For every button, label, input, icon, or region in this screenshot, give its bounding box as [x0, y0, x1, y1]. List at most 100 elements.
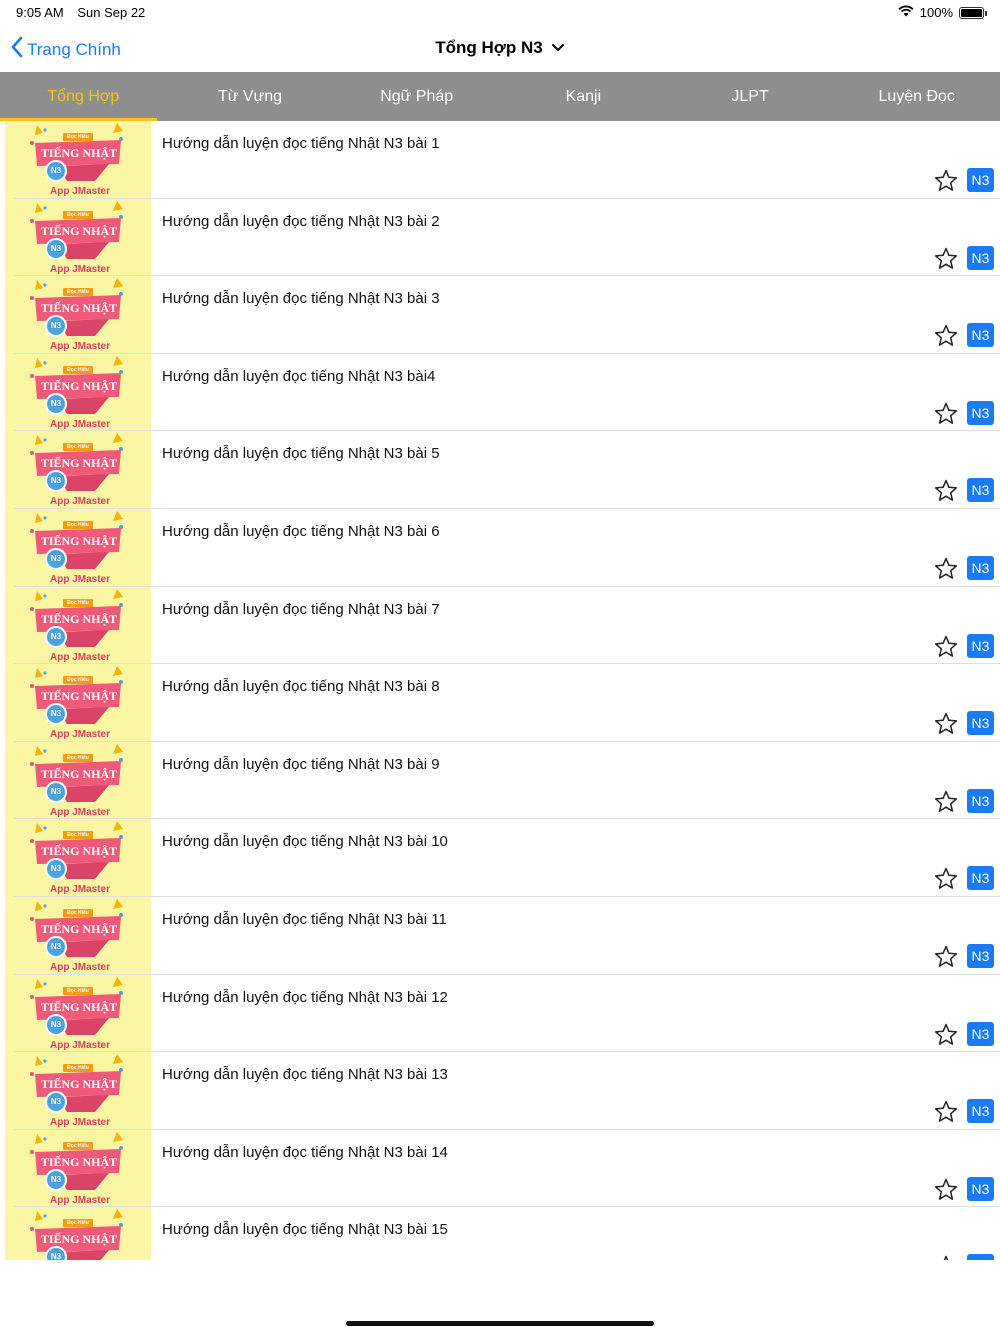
- level-badge: N3: [967, 555, 994, 580]
- list-item[interactable]: Đọc HiểuTIẾNG NHẬTN3App JMasterHướng dẫn…: [0, 353, 1000, 432]
- star-icon[interactable]: [934, 635, 958, 663]
- status-date: Sun Sep 22: [77, 5, 146, 20]
- list-item[interactable]: Đọc HiểuTIẾNG NHẬTN3App JMasterHướng dẫn…: [0, 974, 1000, 1053]
- level-badge: N3: [967, 943, 994, 968]
- star-icon[interactable]: [934, 479, 958, 507]
- thumbnail-caption-main: TIẾNG NHẬT: [40, 999, 118, 1014]
- lesson-title: Hướng dẫn luyện đọc tiếng Nhật N3 bài 10: [162, 833, 448, 851]
- tab-0[interactable]: Tổng Hợp: [0, 72, 167, 121]
- thumbnail-brand: App JMaster: [49, 884, 110, 896]
- list-item[interactable]: Đọc HiểuTIẾNG NHẬTN3App JMasterHướng dẫn…: [0, 741, 1000, 820]
- star-icon[interactable]: [934, 1255, 958, 1260]
- list-item[interactable]: Đọc HiểuTIẾNG NHẬTN3App JMasterHướng dẫn…: [0, 276, 1000, 354]
- thumbnail-level: N3: [50, 786, 62, 796]
- list-item[interactable]: Đọc HiểuTIẾNG NHẬTN3App JMasterHướng dẫn…: [0, 1129, 1000, 1208]
- star-icon[interactable]: [934, 712, 958, 740]
- thumbnail-caption-main: TIẾNG NHẬT: [40, 223, 118, 238]
- level-badge: N3: [967, 323, 994, 348]
- lesson-title: Hướng dẫn luyện đọc tiếng Nhật N3 bài 13: [162, 1066, 448, 1084]
- lesson-title: Hướng dẫn luyện đọc tiếng Nhật N3 bài 8: [162, 678, 440, 696]
- lesson-title: Hướng dẫn luyện đọc tiếng Nhật N3 bài 2: [162, 212, 440, 230]
- thumbnail-level: N3: [50, 476, 62, 486]
- tab-4[interactable]: JLPT: [667, 72, 834, 121]
- thumbnail-level: N3: [50, 631, 62, 641]
- list-item[interactable]: Đọc HiểuTIẾNG NHẬTN3App JMasterHướng dẫn…: [0, 431, 1000, 509]
- home-indicator[interactable]: [346, 1321, 654, 1326]
- thumbnail-caption-top: Đọc Hiểu: [67, 444, 89, 451]
- star-icon[interactable]: [934, 324, 958, 352]
- thumbnail-level: N3: [50, 709, 62, 719]
- thumbnail-level: N3: [50, 1097, 62, 1107]
- thumbnail-caption-top: Đọc Hiểu: [67, 909, 89, 916]
- lesson-thumbnail: Đọc HiểuTIẾNG NHẬTN3App JMaster: [5, 198, 151, 277]
- tab-2[interactable]: Ngữ Pháp: [333, 72, 500, 121]
- thumbnail-brand: App JMaster: [49, 263, 110, 275]
- thumbnail-caption-top: Đọc Hiểu: [67, 134, 89, 140]
- thumbnail-caption-top: Đọc Hiểu: [67, 1220, 89, 1227]
- thumbnail-caption-main: TIẾNG NHẬT: [40, 378, 118, 393]
- wifi-icon: [898, 5, 914, 20]
- star-icon[interactable]: [934, 1178, 958, 1206]
- lesson-title: Hướng dẫn luyện đọc tiếng Nhật N3 bài 14: [162, 1143, 448, 1161]
- navigation-bar: Trang Chính Tổng Hợp N3: [0, 24, 1000, 72]
- star-icon[interactable]: [934, 557, 958, 585]
- thumbnail-level: N3: [50, 1252, 62, 1260]
- lesson-thumbnail: Đọc HiểuTIẾNG NHẬTN3App JMaster: [5, 353, 151, 432]
- star-icon[interactable]: [934, 402, 958, 430]
- lesson-thumbnail: Đọc HiểuTIẾNG NHẬTN3App JMaster: [5, 896, 151, 975]
- level-badge: N3: [967, 478, 994, 503]
- thumbnail-caption-top: Đọc Hiểu: [67, 677, 89, 684]
- list-item[interactable]: Đọc HiểuTIẾNG NHẬTN3App JMasterHướng dẫn…: [0, 121, 1000, 199]
- star-icon[interactable]: [934, 790, 958, 818]
- star-icon[interactable]: [934, 169, 958, 197]
- list-item[interactable]: Đọc HiểuTIẾNG NHẬTN3App JMasterHướng dẫn…: [0, 1207, 1000, 1260]
- thumbnail-brand: App JMaster: [49, 418, 110, 430]
- list-item[interactable]: Đọc HiểuTIẾNG NHẬTN3App JMaster Hướng dẫn…: [0, 896, 1000, 975]
- thumbnail-brand: App JMaster: [49, 496, 110, 508]
- battery-icon: [959, 6, 987, 19]
- lesson-thumbnail: Đọc HiểuTIẾNG NHẬTN3App JMaster: [5, 1207, 151, 1260]
- star-icon[interactable]: [934, 1100, 958, 1128]
- nav-title-container: Tổng Hợp N3: [0, 38, 1000, 58]
- thumbnail-caption-top: Đọc Hiểu: [67, 521, 89, 528]
- thumbnail-brand: App JMaster: [49, 1117, 110, 1129]
- thumbnail-brand: App JMaster: [49, 806, 110, 818]
- level-badge: N3: [967, 866, 994, 891]
- star-icon[interactable]: [934, 867, 958, 895]
- lesson-thumbnail: Đọc HiểuTIẾNG NHẬTN3App JMaster: [5, 508, 151, 587]
- list-item[interactable]: Đọc HiểuTIẾNG NHẬTN3App JMaster Hướng dẫn…: [0, 664, 1000, 742]
- tab-1[interactable]: Từ Vựng: [167, 72, 334, 121]
- lesson-list[interactable]: Đọc Hiểu TIẾNG NHẬT N3 App JMaster Hướng dẫn…: [0, 121, 1000, 1260]
- list-item[interactable]: Đọc HiểuTIẾNG NHẬTN3App JMasterHướng dẫn…: [0, 508, 1000, 587]
- title-dropdown[interactable]: Tổng Hợp N3: [435, 38, 564, 58]
- lesson-thumbnail: Đọc HiểuTIẾNG NHẬTN3App JMaster: [5, 741, 151, 820]
- thumbnail-caption-top: Đọc Hiểu: [67, 366, 89, 373]
- thumbnail-level: N3: [50, 166, 62, 175]
- tab-5[interactable]: Luyện Đọc: [833, 72, 1000, 121]
- thumbnail-caption-top: Đọc Hiểu: [67, 599, 89, 606]
- lesson-thumbnail: Đọc HiểuTIẾNG NHẬTN3App JMaster: [5, 664, 151, 742]
- thumbnail-level: N3: [50, 864, 62, 874]
- list-item[interactable]: Đọc Hiểu TIẾNG NHẬT N3 App JMaster Hướng dẫn…: [0, 819, 1000, 897]
- thumbnail-caption-main: TIẾNG NHẬT: [40, 146, 118, 160]
- category-tab-bar: Tổng Hợp Từ Vựng Ngữ Pháp Kanji JLPT Luyện Đọ…: [0, 72, 1000, 121]
- star-icon[interactable]: [934, 945, 958, 973]
- lesson-thumbnail: Đọc HiểuTIẾNG NHẬTN3App JMaster: [5, 974, 151, 1053]
- level-badge: N3: [967, 1254, 994, 1260]
- lesson-title: Hướng dẫn luyện đọc tiếng Nhật N3 bài 11: [162, 910, 447, 928]
- thumbnail-caption-main: TIẾNG NHẬT: [40, 1232, 118, 1247]
- list-item[interactable]: Đọc HiểuTIẾNG NHẬTN3App JMasterHướng dẫn…: [0, 1052, 1000, 1130]
- thumbnail-caption-main: TIẾNG NHẬT: [40, 533, 118, 548]
- star-icon[interactable]: [934, 1023, 958, 1051]
- lesson-thumbnail: Đọc HiểuTIẾNG NHẬTN3App JMaster: [5, 276, 151, 354]
- thumbnail-caption-main: TIẾNG NHẬT: [40, 301, 118, 316]
- lesson-thumbnail: Đọc Hiểu TIẾNG NHẬT N3 App JMaster: [5, 819, 151, 897]
- thumbnail-level: N3: [50, 553, 62, 563]
- thumbnail-caption-main: TIẾNG NHẬT: [40, 456, 118, 471]
- list-item[interactable]: Đọc HiểuTIẾNG NHẬTN3App JMasterHướng dẫn…: [0, 586, 1000, 665]
- list-item[interactable]: Đọc HiểuTIẾNG NHẬTN3App JMaster Hướng dẫn…: [0, 198, 1000, 277]
- thumbnail-caption-main: TIẾNG NHẬT: [40, 844, 118, 859]
- thumbnail-caption-top: Đọc Hiểu: [67, 832, 89, 839]
- tab-3[interactable]: Kanji: [500, 72, 667, 121]
- star-icon[interactable]: [934, 247, 958, 275]
